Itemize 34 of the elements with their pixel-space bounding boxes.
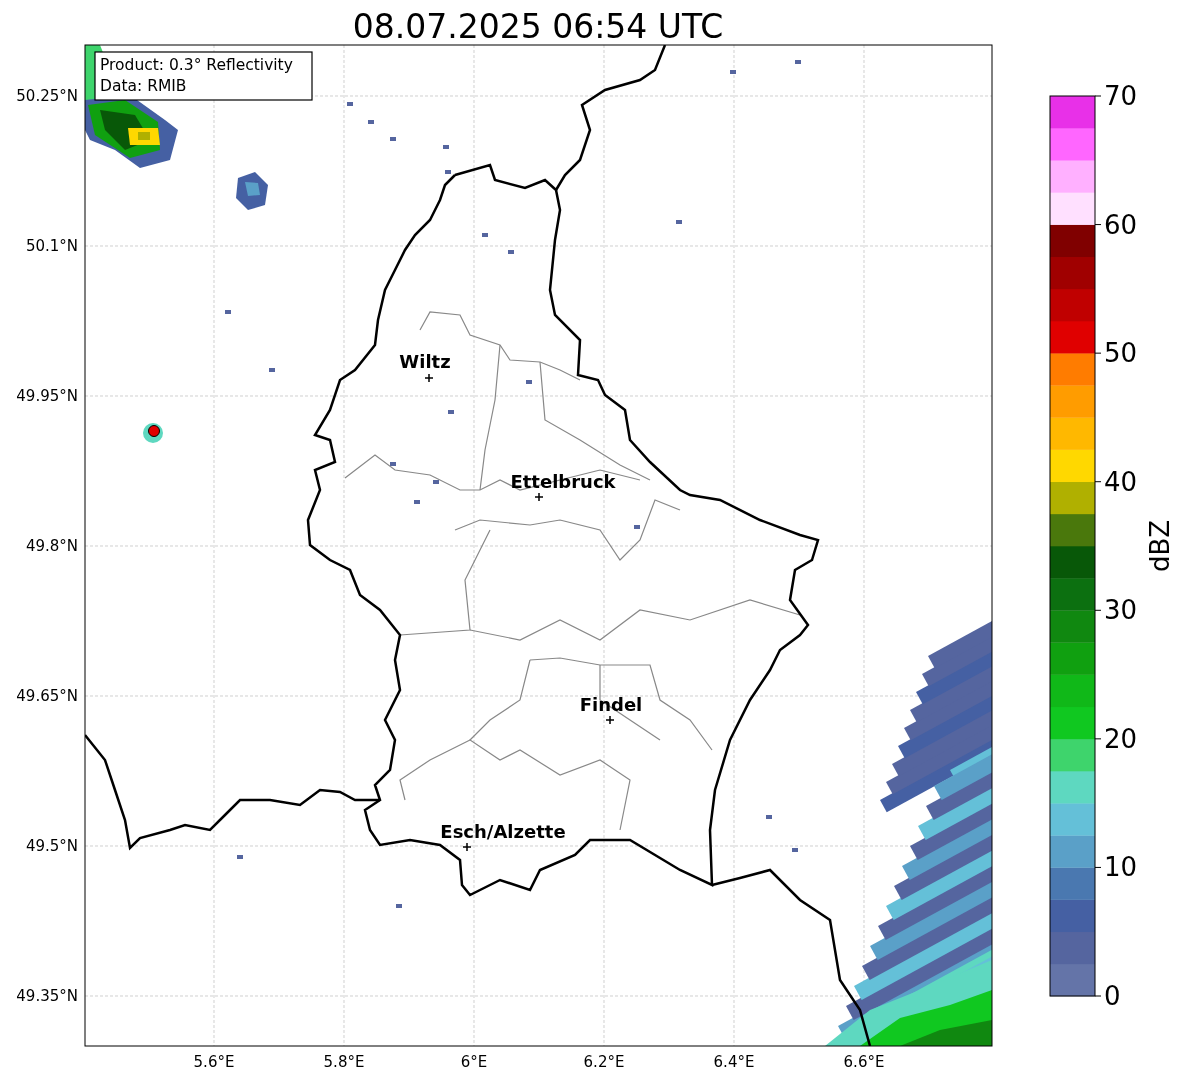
colorbar-tick-label: 50 (1104, 338, 1138, 369)
city-label: Wiltz (399, 351, 451, 372)
city-marker-icon (424, 373, 434, 383)
colorbar-tick-label: 20 (1104, 723, 1138, 754)
axis-tick-label: 49.35°N (16, 987, 78, 1005)
colorbar-label: dBZ (1145, 519, 1175, 573)
city-marker-icon (462, 842, 472, 852)
info-text: Product: 0.3° Reflectivity (100, 56, 293, 74)
colorbar-tick-label: 30 (1104, 595, 1138, 626)
axis-tick-label: 5.8°E (323, 1053, 365, 1071)
city-label: Esch/Alzette (440, 821, 566, 842)
axis-tick-label: 50.1°N (25, 237, 78, 255)
axis-tick-label: 49.95°N (16, 387, 78, 405)
city-label: Ettelbruck (510, 471, 616, 492)
info-text: Data: RMIB (100, 77, 187, 95)
colorbar-tick-label: 10 (1104, 852, 1138, 883)
colorbar-tick-label: 60 (1104, 209, 1138, 240)
colorbar-tick-label: 70 (1104, 81, 1138, 111)
axis-tick-label: 6.6°E (843, 1053, 885, 1071)
axis-tick-label: 49.5°N (25, 837, 78, 855)
axis-tick-label: 49.65°N (16, 687, 78, 705)
colorbar-tick-label: 40 (1104, 466, 1138, 497)
city-label: Findel (579, 694, 643, 715)
axis-tick-label: 5.6°E (193, 1053, 235, 1071)
axis-tick-label: 6°E (460, 1053, 488, 1071)
radar-site-icon (148, 425, 160, 437)
city-marker-icon (605, 715, 615, 725)
city-marker-icon (534, 492, 544, 502)
chart-title: 08.07.2025 06:54 UTC (352, 7, 724, 46)
axis-tick-label: 50.25°N (16, 87, 78, 105)
colorbar-tick-label: 0 (1104, 981, 1121, 1011)
axis-tick-label: 49.8°N (25, 537, 78, 555)
axis-tick-label: 6.2°E (583, 1053, 625, 1071)
axis-tick-label: 6.4°E (713, 1053, 755, 1071)
